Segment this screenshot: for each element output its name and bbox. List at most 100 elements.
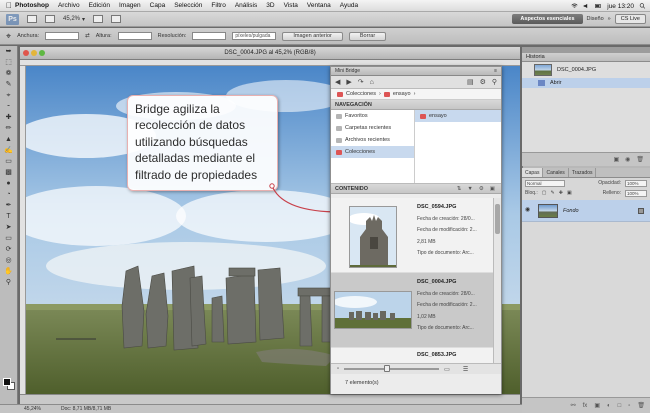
breadcrumb-item-ensayo[interactable]: ensayo [393, 91, 411, 97]
arrange-documents-button[interactable] [93, 14, 104, 24]
workspace-essentials-button[interactable]: Aspectos esenciales [512, 14, 583, 24]
lock-position-icon[interactable]: ✚ [559, 190, 563, 196]
workspace-more-icon[interactable]: » [608, 16, 611, 22]
small-thumbnail-icon[interactable]: ▫ [337, 366, 339, 372]
file-item[interactable]: DSC_0594.JPG Fecha de creación: 28/0... … [331, 198, 494, 273]
menu-edicion[interactable]: Edición [89, 2, 110, 9]
tab-canales[interactable]: Canales [543, 168, 569, 177]
apple-icon[interactable]:  [6, 1, 15, 10]
type-tool-icon[interactable]: T [3, 212, 15, 222]
wifi-icon[interactable] [571, 3, 578, 9]
nav-item-carpetas-recientes[interactable]: Carpetas recientes [331, 122, 414, 134]
blend-mode-select[interactable]: Normal [525, 179, 565, 187]
go-to-bridge-icon[interactable]: ↷ [358, 78, 364, 86]
lock-transparency-icon[interactable]: ▢ [542, 190, 547, 196]
nav-item-archivos-recientes[interactable]: Archivos recientes [331, 134, 414, 146]
hand-tool-icon[interactable]: ✋ [3, 267, 15, 277]
eyedropper-tool-icon[interactable]: ⁃ [3, 102, 15, 112]
history-snapshot[interactable]: DSC_0004.JPG [522, 62, 650, 78]
pen-tool-icon[interactable]: ✒ [3, 201, 15, 211]
scrollbar-thumb[interactable] [495, 204, 500, 234]
tab-capas[interactable]: Capas [522, 168, 544, 177]
panel-menu-icon[interactable]: ≡ [494, 67, 497, 75]
fill-field[interactable]: 100% [625, 189, 647, 197]
3d-rotate-icon[interactable]: ⟳ [3, 245, 15, 255]
swap-icon[interactable]: ⇄ [85, 33, 90, 39]
file-item[interactable]: DSC_0004.JPG Fecha de creación: 28/0... … [331, 273, 494, 348]
history-step[interactable]: Abrir [522, 78, 650, 88]
new-layer-icon[interactable]: ▫ [628, 403, 630, 409]
collection-item-ensayo[interactable]: ensayo [415, 110, 501, 122]
quick-selection-tool-icon[interactable]: ✎ [3, 80, 15, 90]
resolution-field[interactable] [192, 32, 227, 40]
nav-item-colecciones[interactable]: Colecciones [331, 146, 414, 158]
filter-icon[interactable]: ▼ [467, 184, 472, 193]
add-mask-icon[interactable]: ▣ [594, 402, 600, 409]
sort-icon[interactable]: ⇅ [457, 184, 462, 193]
document-info[interactable]: Doc: 8,71 MB/8,71 MB [61, 406, 111, 412]
search-icon[interactable]: ⚲ [492, 78, 497, 86]
move-tool-icon[interactable]: ➥ [3, 47, 15, 57]
menu-vista[interactable]: Vista [284, 2, 298, 9]
breadcrumb-item-collections[interactable]: Colecciones [346, 91, 376, 97]
tools-menu-icon[interactable]: ⚙ [480, 78, 486, 86]
link-layers-icon[interactable]: ⚯ [571, 402, 576, 409]
menu-ayuda[interactable]: Ayuda [340, 2, 358, 9]
lock-all-icon[interactable]: ▣ [567, 190, 572, 196]
height-field[interactable] [117, 32, 152, 40]
volume-icon[interactable] [583, 3, 590, 9]
adjustment-layer-icon[interactable]: ◐ [607, 403, 611, 409]
marquee-tool-icon[interactable]: ⬚ [3, 58, 15, 68]
front-image-button[interactable]: Imagen anterior [282, 31, 343, 41]
foreground-color-swatch[interactable] [3, 378, 11, 386]
view-mode-icon[interactable]: ☰ [463, 366, 468, 373]
new-document-from-state-icon[interactable]: ▣ [613, 156, 619, 163]
view-options-icon[interactable]: ▤ [467, 78, 474, 86]
dodge-tool-icon[interactable]: ◔ [3, 190, 15, 200]
snapshot-icon[interactable]: ◉ [625, 156, 630, 163]
back-arrow-icon[interactable]: ◀ [335, 78, 340, 86]
menu-3d[interactable]: 3D [266, 2, 274, 9]
layer-row-fondo[interactable]: ◉ Fondo [522, 200, 650, 222]
zoom-readout[interactable]: 45,24% [24, 406, 41, 412]
zoom-window-icon[interactable] [39, 50, 45, 56]
3d-orbit-icon[interactable]: ◎ [3, 256, 15, 266]
width-field[interactable] [45, 32, 80, 40]
menu-photoshop[interactable]: Photoshop [15, 2, 49, 9]
menu-archivo[interactable]: Archivo [58, 2, 80, 9]
crop-icon[interactable]: ⌖ [3, 91, 15, 101]
file-item[interactable]: DSC_0853.JPG [331, 348, 494, 363]
spotlight-icon[interactable] [639, 3, 646, 9]
forward-arrow-icon[interactable]: ▶ [346, 78, 351, 86]
menu-filtro[interactable]: Filtro [211, 2, 225, 9]
tab-trazados[interactable]: Trazados [569, 168, 597, 177]
history-tab[interactable]: Historia [522, 53, 650, 62]
menu-ventana[interactable]: Ventana [307, 2, 331, 9]
preview-icon[interactable]: ▣ [490, 184, 495, 193]
large-thumbnail-icon[interactable]: ▭ [444, 366, 450, 373]
delete-layer-icon[interactable]: 🗑 [637, 402, 645, 409]
battery-icon[interactable] [595, 3, 602, 9]
trash-icon[interactable]: 🗑 [636, 156, 644, 163]
mini-bridge-tab[interactable]: Mini Bridge ≡ [331, 67, 501, 76]
lasso-tool-icon[interactable]: ❁ [3, 69, 15, 79]
eraser-tool-icon[interactable]: ▭ [3, 157, 15, 167]
home-icon[interactable]: ⌂ [370, 79, 374, 86]
visibility-eye-icon[interactable]: ◉ [525, 207, 533, 213]
zoom-tool-icon[interactable]: ⚲ [3, 278, 15, 288]
menu-seleccion[interactable]: Selección [174, 2, 202, 9]
clone-stamp-icon[interactable]: ▲ [3, 135, 15, 145]
view-extras-button[interactable] [45, 14, 55, 24]
lock-pixels-icon[interactable]: ✎ [551, 190, 555, 196]
crop-tool-icon[interactable]: ⌖ [6, 31, 11, 42]
clear-button[interactable]: Borrar [348, 31, 387, 41]
menu-imagen[interactable]: Imagen [119, 2, 141, 9]
tools-icon[interactable]: ⚙ [479, 184, 484, 193]
screen-mode-button[interactable] [111, 14, 122, 24]
document-titlebar[interactable]: DSC_0004.JPG al 45,2% (RGB/8) [20, 47, 520, 60]
opacity-field[interactable]: 100% [625, 179, 647, 187]
zoom-level-select[interactable]: 45,2% ▾ [63, 14, 85, 24]
history-brush-icon[interactable]: ✍ [3, 146, 15, 156]
gradient-tool-icon[interactable]: ▩ [3, 168, 15, 178]
layer-style-icon[interactable]: fx [583, 403, 588, 409]
